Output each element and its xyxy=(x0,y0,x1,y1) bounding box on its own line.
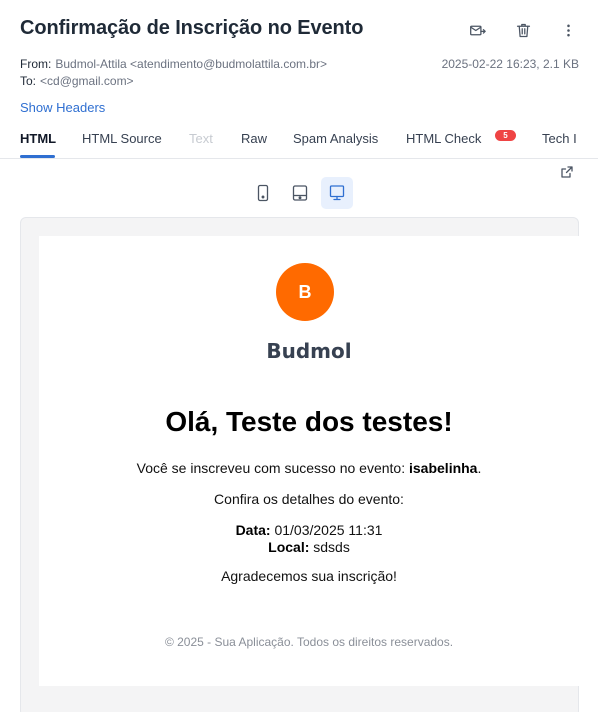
more-options-button[interactable] xyxy=(558,20,578,40)
brand-logo: B xyxy=(276,263,334,321)
delete-button[interactable] xyxy=(513,20,533,40)
confirmation-prefix: Você se inscreveu com sucesso no evento: xyxy=(136,460,409,476)
tablet-icon xyxy=(292,185,308,201)
show-headers-link[interactable]: Show Headers xyxy=(20,100,105,115)
date-label: Data: xyxy=(235,522,271,538)
brand-name: Budmol xyxy=(266,339,352,363)
view-tabs: HTML HTML Source Text Raw Spam Analysis … xyxy=(0,128,598,159)
greeting-heading: Olá, Teste dos testes! xyxy=(165,406,453,437)
from-value: Budmol-Attila <atendimento@budmolattila.… xyxy=(55,57,327,71)
to-label: To: xyxy=(20,74,37,88)
confirmation-line: Você se inscreveu com sucesso no evento:… xyxy=(39,460,579,476)
tab-raw[interactable]: Raw xyxy=(241,131,267,146)
tab-html-source[interactable]: HTML Source xyxy=(82,131,162,146)
forward-button[interactable] xyxy=(467,20,487,40)
local-label: Local: xyxy=(268,539,310,555)
device-mobile-button[interactable] xyxy=(247,177,279,209)
to-value: <cd@gmail.com> xyxy=(40,74,134,88)
from-label: From: xyxy=(20,57,52,71)
trash-icon xyxy=(516,23,530,37)
tab-spam-analysis[interactable]: Spam Analysis xyxy=(293,131,378,146)
forward-icon xyxy=(469,25,486,35)
confirmation-suffix: . xyxy=(477,460,482,476)
active-tab-indicator xyxy=(20,155,55,158)
open-external-button[interactable] xyxy=(560,165,574,179)
tab-text: Text xyxy=(189,131,213,146)
subject-title: Confirmação de Inscrição no Evento xyxy=(20,17,364,39)
to-line: To: <cd@gmail.com> xyxy=(20,74,134,88)
event-date: Data: 01/03/2025 11:31 xyxy=(39,522,579,538)
device-desktop-button[interactable] xyxy=(321,177,353,209)
tab-html[interactable]: HTML xyxy=(20,131,56,146)
local-value: sdsds xyxy=(309,539,350,555)
email-footer: © 2025 - Sua Aplicação. Todos os direito… xyxy=(164,635,454,649)
tab-html-check[interactable]: HTML Check xyxy=(406,131,481,146)
date-size: 2025-02-22 16:23, 2.1 KB xyxy=(441,57,579,71)
header-actions xyxy=(458,20,598,40)
email-preview-frame: B Budmol Olá, Teste dos testes! Você se … xyxy=(20,217,579,712)
thanks-line: Agradecemos sua inscrição! xyxy=(221,568,397,584)
device-tablet-button[interactable] xyxy=(284,177,316,209)
html-check-badge: 5 xyxy=(495,130,516,141)
mobile-icon xyxy=(257,184,269,202)
desktop-icon xyxy=(329,185,345,201)
event-location: Local: sdsds xyxy=(39,539,579,555)
date-value: 01/03/2025 11:31 xyxy=(270,522,383,538)
from-line: From: Budmol-Attila <atendimento@budmolat… xyxy=(20,57,327,71)
email-body: B Budmol Olá, Teste dos testes! Você se … xyxy=(39,236,579,686)
details-intro: Confira os detalhes do evento: xyxy=(214,491,404,507)
device-toggle xyxy=(247,177,357,209)
event-name: isabelinha xyxy=(409,460,478,476)
external-link-icon xyxy=(561,166,573,178)
tab-tech-info[interactable]: Tech I xyxy=(542,131,577,146)
more-vertical-icon xyxy=(566,24,570,36)
